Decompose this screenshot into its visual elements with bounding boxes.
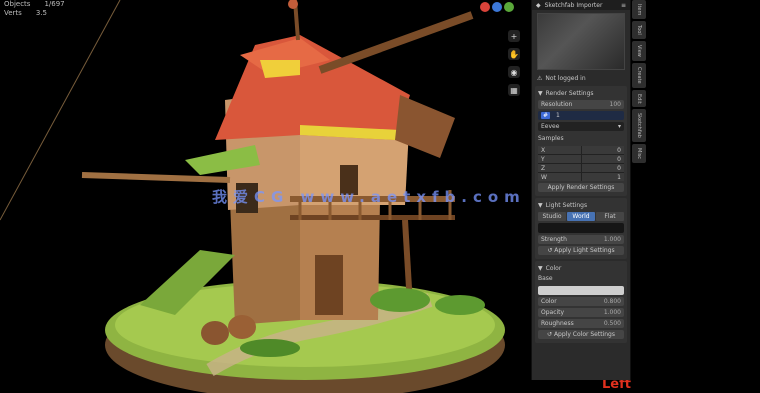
apply-color-settings-button[interactable]: ↺ Apply Color Settings [538, 330, 624, 339]
sidebar-panel: ◆ Sketchfab Importer ≡ ⚠ Not logged in ▼… [531, 0, 631, 380]
color-header[interactable]: ▼ Color [538, 263, 624, 273]
stats-verts-value: 3.5 [35, 9, 47, 17]
light-mode-flat[interactable]: Flat [596, 212, 624, 221]
viewport-stats: Objects 1/697 Verts 3.5 [4, 0, 65, 18]
engine-select[interactable]: Eevee ▾ [538, 122, 624, 131]
tab-edit[interactable]: Edit [632, 89, 646, 108]
strength-field[interactable]: Strength 1.000 [538, 235, 624, 244]
stats-verts-label: Verts [4, 9, 22, 17]
reset-icon: ↺ [547, 247, 555, 254]
resolution-value: 100 [609, 101, 621, 108]
color-row-label: Color [541, 298, 557, 305]
camera-icon[interactable]: ◉ [508, 66, 520, 78]
preview-thumbnail [537, 13, 625, 70]
panel-title: Sketchfab Importer [544, 1, 603, 9]
tab-view[interactable]: View [632, 41, 646, 61]
grid-cell[interactable]: Z [538, 164, 581, 172]
roughness-row-label: Roughness [541, 320, 574, 327]
light-mode-world[interactable]: World [567, 212, 595, 221]
reset-icon: ↺ [547, 331, 554, 338]
y-axis-icon[interactable] [492, 2, 502, 12]
viewport-tools: + ✋ ◉ ▦ [508, 30, 520, 96]
grid-cell[interactable]: 0 [581, 155, 624, 163]
sidebar-tabs: Item Tool View Create Edit Sketchfab Mis… [632, 0, 646, 200]
color-title: Color [545, 264, 562, 272]
status-text: Not logged in [545, 75, 586, 82]
frame-field-index: # [541, 112, 551, 119]
opacity-row-value: 1.000 [603, 309, 621, 316]
menu-icon[interactable]: ≡ [621, 2, 626, 9]
color-row-value: 0.800 [603, 298, 621, 305]
collapse-arrow-icon[interactable]: ▼ [538, 90, 543, 97]
apply-light-settings-label: Apply Light Settings [554, 247, 615, 254]
color-row[interactable]: Color 0.800 [538, 297, 624, 306]
tab-misc[interactable]: Misc [632, 144, 646, 164]
grid-cell[interactable]: X [538, 146, 581, 154]
x-axis-icon[interactable] [480, 2, 490, 12]
samples-label: Samples [538, 135, 564, 142]
render-settings-title: Render Settings [545, 89, 594, 97]
frame-field-value: 1 [556, 112, 560, 119]
transform-grid[interactable]: X 0 Y 0 Z 0 W 1 [538, 146, 624, 181]
grid-cell[interactable]: 0 [581, 164, 624, 172]
navigation-gizmo[interactable] [480, 2, 514, 12]
grid-icon[interactable]: ▦ [508, 84, 520, 96]
tab-create[interactable]: Create [632, 62, 646, 88]
render-settings-section: ▼ Render Settings Resolution 100 # 1 Eev… [535, 86, 627, 196]
tab-item[interactable]: Item [632, 0, 646, 20]
color-base-label: Base [538, 275, 553, 282]
roughness-row-value: 0.500 [603, 320, 621, 327]
light-mode-selector[interactable]: Studio World Flat [538, 212, 624, 221]
status-row: ⚠ Not logged in [532, 73, 630, 84]
z-axis-icon[interactable] [504, 2, 514, 12]
zoom-icon[interactable]: + [508, 30, 520, 42]
hand-icon[interactable]: ✋ [508, 48, 520, 60]
light-settings-section: ▼ Light Settings Studio World Flat Stren… [535, 198, 627, 259]
light-settings-header[interactable]: ▼ Light Settings [538, 200, 624, 210]
chevron-down-icon: ▾ [617, 123, 621, 130]
apply-render-settings-button[interactable]: Apply Render Settings [538, 183, 624, 192]
color-section: ▼ Color Base Color 0.800 Opacity 1.000 R… [535, 261, 627, 343]
resolution-button[interactable]: Resolution 100 [538, 100, 624, 109]
sketchfab-icon: ◆ [536, 1, 541, 9]
color-swatch[interactable] [538, 286, 624, 295]
apply-color-settings-label: Apply Color Settings [553, 331, 615, 338]
opacity-row-label: Opacity [541, 309, 565, 316]
panel-header: ◆ Sketchfab Importer ≡ [532, 0, 630, 10]
stats-objects-label: Objects [4, 0, 31, 8]
grid-cell[interactable]: 1 [581, 173, 624, 181]
resolution-label: Resolution [541, 101, 573, 108]
collapse-arrow-icon[interactable]: ▼ [538, 265, 543, 272]
render-settings-header[interactable]: ▼ Render Settings [538, 88, 624, 98]
light-mode-studio[interactable]: Studio [538, 212, 566, 221]
strength-label: Strength [541, 236, 567, 243]
tab-sketchfab[interactable]: Sketchfab [632, 109, 646, 143]
frame-field[interactable]: # 1 [538, 111, 624, 120]
warning-icon: ⚠ [537, 75, 543, 82]
roughness-row[interactable]: Roughness 0.500 [538, 319, 624, 328]
grid-cell[interactable]: 0 [581, 146, 624, 154]
light-preview-bar [538, 223, 624, 233]
grid-cell[interactable]: Y [538, 155, 581, 163]
engine-select-value: Eevee [541, 123, 560, 130]
light-settings-title: Light Settings [545, 201, 588, 209]
stats-objects-value: 1/697 [44, 0, 65, 8]
opacity-row[interactable]: Opacity 1.000 [538, 308, 624, 317]
tab-tool[interactable]: Tool [632, 21, 646, 40]
apply-light-settings-button[interactable]: ↺ Apply Light Settings [538, 246, 624, 255]
grid-cell[interactable]: W [538, 173, 581, 181]
strength-value: 1.000 [603, 236, 621, 243]
watermark: 我爱CG www.aetxfb.com [212, 188, 526, 206]
3d-viewport[interactable]: Objects 1/697 Verts 3.5 + ✋ ◉ ▦ 我爱CG www.a… [0, 0, 760, 393]
collapse-arrow-icon[interactable]: ▼ [538, 202, 543, 209]
